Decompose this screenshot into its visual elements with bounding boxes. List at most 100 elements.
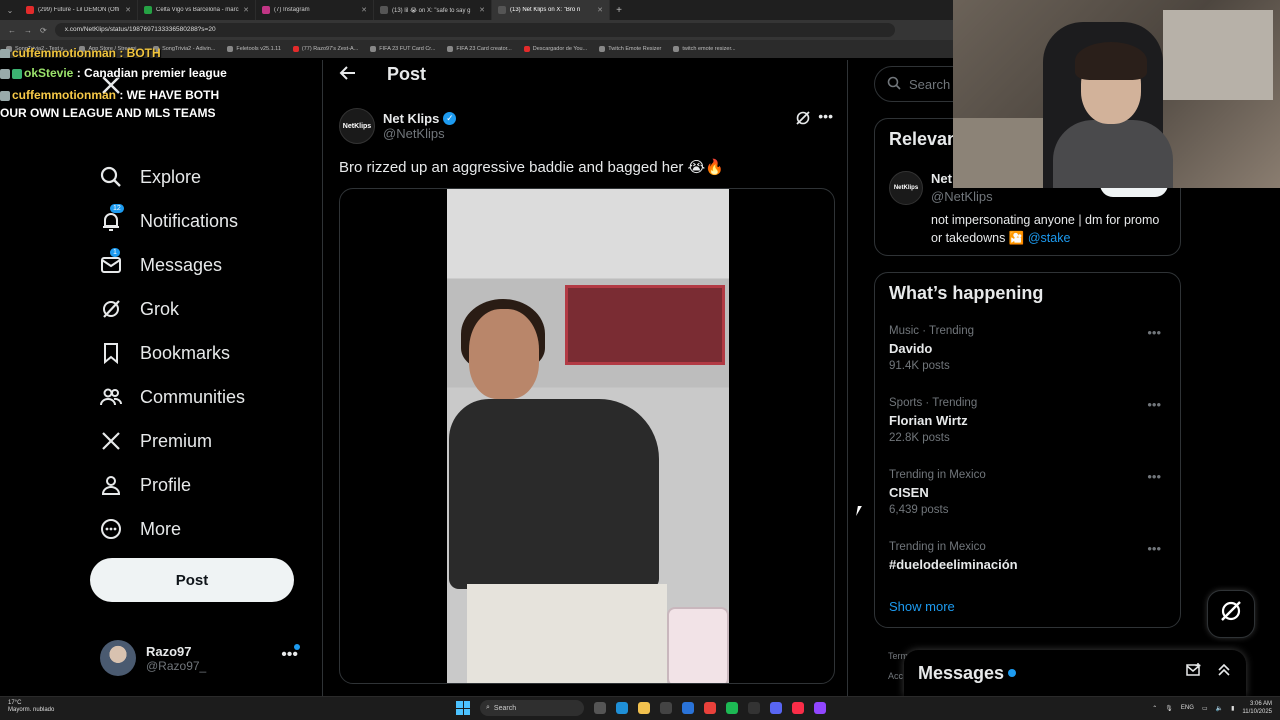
trend-item[interactable]: Trending in Mexico #duelodeeliminación •… (889, 541, 1169, 601)
browser-tab[interactable]: Celta Vigo vs Barcelona - marc ✕ (138, 0, 256, 20)
people-icon (100, 386, 122, 408)
clock[interactable]: 3:06 AM 11/10/2025 (1242, 700, 1272, 716)
nav-item-premium[interactable]: Premium (100, 426, 212, 456)
messages-drawer[interactable]: Messages (904, 650, 1246, 696)
task-view-icon[interactable] (594, 702, 606, 714)
grok-icon (1218, 598, 1244, 630)
network-icon[interactable]: ▭ (1202, 705, 1208, 712)
author-handle[interactable]: @NetKlips (383, 126, 456, 141)
browser-tab[interactable]: (299) Future - Lil DEMON (Offi ✕ (20, 0, 138, 20)
nav-item-grok[interactable]: Grok (100, 294, 179, 324)
back-arrow-icon[interactable]: ← (8, 26, 16, 35)
bookmark-item[interactable]: FIFA 23 Card creator... (447, 46, 512, 52)
discord-icon[interactable] (770, 702, 782, 714)
nav-item-bookmarks[interactable]: Bookmarks (100, 338, 230, 368)
nav-item-profile[interactable]: Profile (100, 470, 191, 500)
microphone-icon[interactable]: 🎙 (1165, 705, 1173, 712)
author-avatar[interactable]: NetKlips (339, 108, 375, 144)
volume-icon[interactable]: 🔈 (1216, 705, 1223, 712)
search-icon: ⌕ (486, 704, 490, 711)
chrome-icon[interactable] (704, 702, 716, 714)
trend-name: Florian Wirtz (889, 413, 968, 428)
author-name-row: Net Klips ✓ (383, 111, 457, 126)
mail-icon[interactable] (682, 702, 694, 714)
forward-arrow-icon[interactable]: → (24, 26, 32, 35)
trend-item[interactable]: Trending in Mexico CISEN 6,439 posts ••• (889, 469, 1169, 529)
weather-widget[interactable]: 17°C Mayorm. nublado (8, 700, 54, 714)
post-author[interactable]: NetKlips Net Klips ✓ @NetKlips (339, 108, 457, 144)
nav-label: Notifications (140, 210, 239, 231)
taskbar-search[interactable]: ⌕ Search (480, 700, 584, 716)
trend-item[interactable]: Sports · Trending Florian Wirtz 22.8K po… (889, 397, 1169, 457)
new-tab-button[interactable]: + (610, 5, 628, 16)
bio-link[interactable]: @stake (1028, 231, 1071, 245)
file-explorer-icon[interactable] (638, 702, 650, 714)
edge-icon[interactable] (616, 702, 628, 714)
messages-drawer-title: Messages (918, 662, 1005, 683)
bookmark-item[interactable]: Twitch Emote Resizer (599, 46, 661, 52)
more-dots-icon[interactable]: ••• (1147, 397, 1161, 412)
show-more-link[interactable]: Show more (889, 599, 955, 614)
close-icon[interactable]: ✕ (243, 6, 249, 14)
chat-username: cuffemmotionman (12, 88, 117, 102)
bookmark-item[interactable]: Descargador de You... (523, 46, 587, 52)
author-name[interactable]: Net Klips (383, 111, 439, 126)
post-column: Post NetKlips Net Klips ✓ @NetKlips ••• … (322, 60, 848, 696)
twitch-icon[interactable] (814, 702, 826, 714)
more-dots-icon[interactable]: ••• (818, 108, 833, 124)
more-dots-icon[interactable]: ••• (1147, 469, 1161, 484)
grok-floating-button[interactable] (1207, 590, 1255, 638)
relevant-handle[interactable]: @NetKlips (931, 189, 993, 204)
bookmark-item[interactable]: FIFA 23 FUT Card Cr... (370, 46, 435, 52)
chat-badge-icon (0, 48, 10, 58)
back-arrow-icon[interactable] (339, 64, 357, 87)
more-dots-icon[interactable]: ••• (1147, 541, 1161, 556)
reload-icon[interactable]: ⟳ (40, 26, 47, 35)
windows-start-icon[interactable] (456, 701, 470, 715)
x-logo-icon (498, 6, 506, 14)
video-player[interactable] (447, 189, 729, 683)
store-icon[interactable] (660, 702, 672, 714)
close-icon[interactable]: ✕ (597, 6, 603, 14)
more-dots-icon[interactable]: ••• (1147, 325, 1161, 340)
bookmark-icon (673, 46, 680, 52)
drawer-actions (1186, 662, 1232, 681)
trend-name: #duelodeeliminación (889, 557, 1018, 572)
left-nav: Explore 12 Notifications 1 Messages Grok… (90, 60, 320, 696)
language-indicator[interactable]: ENG (1181, 705, 1194, 711)
trend-item[interactable]: Music · Trending Davido 91.4K posts ••• (889, 325, 1169, 385)
bookmark-item[interactable]: Feletools v25.1.11 (227, 46, 281, 52)
browser-tab[interactable]: (13) lil 😭 on X: "safe to say g ✕ (374, 0, 492, 20)
grok-icon[interactable] (795, 110, 811, 129)
expand-chevrons-icon[interactable] (1216, 662, 1232, 681)
post-media[interactable] (339, 188, 835, 684)
video-frame-person-shirt (449, 399, 659, 589)
close-icon[interactable]: ✕ (125, 6, 131, 14)
video-frame-storefront (565, 285, 725, 365)
new-message-icon[interactable] (1186, 662, 1202, 681)
browser-tab-active[interactable]: (13) Net Klips on X: "Bro ri ✕ (492, 0, 610, 20)
tab-list-chevron-icon[interactable]: ⌄ (0, 6, 20, 15)
url-field[interactable]: x.com/NetKlips/status/198769713333658028… (54, 23, 895, 37)
close-icon[interactable]: ✕ (479, 6, 485, 14)
music-icon[interactable] (792, 702, 804, 714)
obs-icon[interactable] (748, 702, 760, 714)
close-icon[interactable]: ✕ (361, 6, 367, 14)
tray-chevron-icon[interactable]: ⌃ (1152, 705, 1157, 712)
nav-item-explore[interactable]: Explore (100, 162, 201, 192)
nav-item-communities[interactable]: Communities (100, 382, 245, 412)
nav-item-more[interactable]: More (100, 514, 181, 544)
account-switcher[interactable]: Razo97 @Razo97_ ••• (100, 638, 310, 678)
bookmark-item[interactable]: (77) Razo97's Zest-A... (292, 46, 358, 52)
bookmark-item[interactable]: twitch emote resizer... (673, 46, 736, 52)
post-button[interactable]: Post (90, 558, 294, 602)
nav-item-messages[interactable]: 1 Messages (100, 248, 222, 280)
system-tray: ⌃ 🎙 ENG ▭ 🔈 ▮ 3:06 AM 11/10/2025 (1152, 700, 1272, 716)
browser-tab[interactable]: (7) Instagram ✕ (256, 0, 374, 20)
battery-icon[interactable]: ▮ (1231, 705, 1234, 712)
nav-item-notifications[interactable]: 12 Notifications (100, 204, 239, 236)
relevant-avatar[interactable]: NetKlips (889, 171, 923, 205)
notification-count-badge: 12 (110, 204, 124, 213)
spotify-icon[interactable] (726, 702, 738, 714)
nav-label: Bookmarks (140, 342, 231, 363)
